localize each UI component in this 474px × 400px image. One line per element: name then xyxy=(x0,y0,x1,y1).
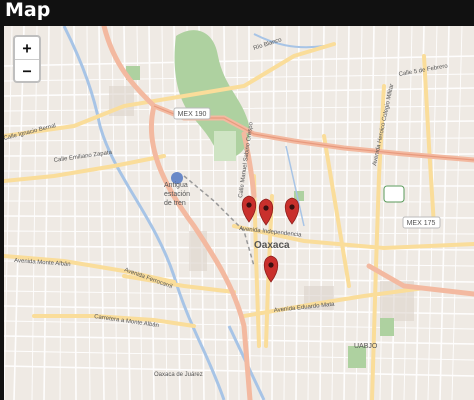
page-title: Map xyxy=(5,0,51,21)
station-label-1: Antigua xyxy=(164,182,188,189)
svg-text:MEX 175: MEX 175 xyxy=(407,220,436,227)
road-icon xyxy=(383,185,405,203)
zoom-control: + − xyxy=(13,35,41,83)
plaza xyxy=(214,131,236,161)
header-bar: Map xyxy=(0,0,474,26)
station-label-3: de tren xyxy=(164,200,186,207)
map-tiles[interactable]: MEX 190 MEX 175 Oaxaca Antigua estación … xyxy=(4,26,474,400)
svg-text:MEX 190: MEX 190 xyxy=(178,111,207,118)
city-label: Oaxaca xyxy=(254,240,290,251)
mex190-shield: MEX 190 xyxy=(173,107,211,120)
station-label-2: estación xyxy=(164,191,190,198)
mex175-shield: MEX 175 xyxy=(402,216,441,229)
map-viewport[interactable]: MEX 190 MEX 175 Oaxaca Antigua estación … xyxy=(4,26,474,400)
zoom-out-button[interactable]: − xyxy=(15,60,39,82)
oaxaca-de-juarez-label: Oaxaca de Juárez xyxy=(154,372,203,378)
zoom-in-button[interactable]: + xyxy=(15,37,39,60)
uabjo-label: UABJO xyxy=(354,343,378,350)
